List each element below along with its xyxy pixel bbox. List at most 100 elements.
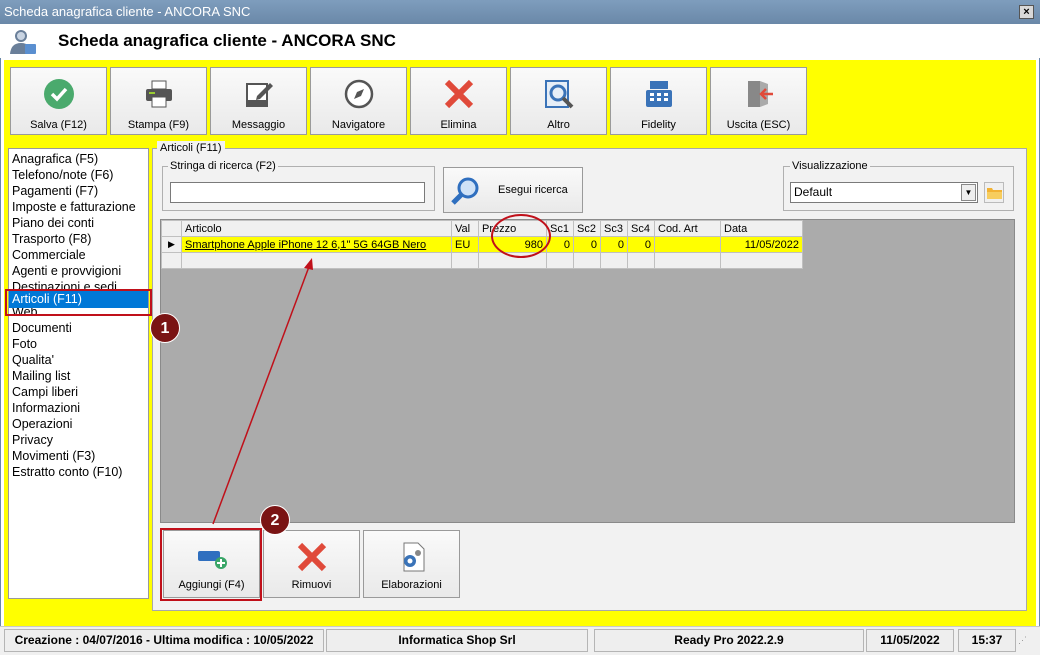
sidebar-nav: Anagrafica (F5) Telefono/note (F6) Pagam…	[8, 148, 149, 599]
message-icon	[246, 83, 273, 107]
sidebar-item-operazioni[interactable]: Operazioni	[9, 416, 148, 432]
status-version: Ready Pro 2022.2.9	[594, 629, 864, 652]
search-icon	[451, 177, 479, 205]
articles-grid: Articolo Val Prezzo Sc1 Sc2 Sc3 Sc4 Cod.…	[160, 219, 1015, 523]
column-header-sc4[interactable]: Sc4	[627, 220, 655, 237]
fidelity-button-label: Fidelity	[641, 119, 676, 131]
column-header-articolo[interactable]: Articolo	[181, 220, 452, 237]
sidebar-item-imposte-fatturazione[interactable]: Imposte e fatturazione	[9, 199, 148, 215]
chevron-down-icon[interactable]: ▼	[961, 184, 976, 201]
other-button-label: Altro	[547, 119, 570, 131]
sidebar-item-campi-liberi[interactable]: Campi liberi	[9, 384, 148, 400]
cell-empty[interactable]	[720, 252, 803, 269]
row-pointer-icon: ▶	[161, 236, 182, 253]
cell-empty[interactable]	[627, 252, 655, 269]
cell-data[interactable]: 11/05/2022	[720, 236, 803, 253]
cell-empty[interactable]	[654, 252, 721, 269]
sidebar-item-piano-conti[interactable]: Piano dei conti	[9, 215, 148, 231]
sidebar-item-movimenti[interactable]: Movimenti (F3)	[9, 448, 148, 464]
cell-cod-art[interactable]	[654, 236, 721, 253]
cell-empty[interactable]	[573, 252, 601, 269]
highlight-add-button	[160, 528, 262, 601]
sidebar-item-informazioni[interactable]: Informazioni	[9, 400, 148, 416]
process-button-label: Elaborazioni	[381, 579, 442, 591]
search-button-label: Esegui ricerca	[498, 184, 568, 196]
fidelity-button[interactable]: Fidelity	[610, 67, 707, 135]
cell-empty[interactable]	[546, 252, 574, 269]
row-indicator	[161, 252, 182, 269]
cell-empty[interactable]	[600, 252, 628, 269]
printer-icon	[146, 80, 172, 108]
save-button[interactable]: Salva (F12)	[10, 67, 107, 135]
cash-register-icon	[646, 81, 672, 107]
cell-sc3[interactable]: 0	[600, 236, 628, 253]
exit-button[interactable]: Uscita (ESC)	[710, 67, 807, 135]
search-group-label: Stringa di ricerca (F2)	[168, 160, 278, 173]
status-time: 15:37	[958, 629, 1016, 652]
column-header-cod-art[interactable]: Cod. Art	[654, 220, 721, 237]
message-button[interactable]: Messaggio	[210, 67, 307, 135]
sidebar-item-qualita[interactable]: Qualita'	[9, 352, 148, 368]
cell-sc2[interactable]: 0	[573, 236, 601, 253]
view-select-value: Default	[794, 185, 833, 199]
remove-button[interactable]: Rimuovi	[263, 530, 360, 598]
cell-empty[interactable]	[181, 252, 452, 269]
sidebar-item-trasporto[interactable]: Trasporto (F8)	[9, 231, 148, 247]
message-button-label: Messaggio	[231, 119, 286, 131]
print-button[interactable]: Stampa (F9)	[110, 67, 207, 135]
sidebar-item-commerciale[interactable]: Commerciale	[9, 247, 148, 263]
navigator-button-label: Navigatore	[331, 119, 386, 131]
navigator-button[interactable]: Navigatore	[310, 67, 407, 135]
check-icon	[44, 79, 74, 109]
sidebar-item-mailing-list[interactable]: Mailing list	[9, 368, 148, 384]
delete-button-label: Elimina	[440, 119, 477, 131]
folder-icon	[987, 188, 1002, 199]
sidebar-item-foto[interactable]: Foto	[9, 336, 148, 352]
cell-sc4[interactable]: 0	[627, 236, 655, 253]
magnifier-icon	[545, 80, 574, 109]
articles-table: Articolo Val Prezzo Sc1 Sc2 Sc3 Sc4 Cod.…	[161, 220, 803, 269]
cell-empty[interactable]	[451, 252, 479, 269]
cell-articolo[interactable]: Smartphone Apple iPhone 12 6,1" 5G 64GB …	[181, 236, 452, 253]
cell-val[interactable]: EU	[451, 236, 479, 253]
table-header-row: Articolo Val Prezzo Sc1 Sc2 Sc3 Sc4 Cod.…	[161, 220, 803, 237]
status-company: Informatica Shop Srl	[326, 629, 588, 652]
table-row-new[interactable]	[161, 252, 803, 269]
search-button[interactable]: Esegui ricerca	[443, 167, 583, 213]
sidebar-item-telefono-note[interactable]: Telefono/note (F6)	[9, 167, 148, 183]
table-row[interactable]: ▶ Smartphone Apple iPhone 12 6,1" 5G 64G…	[161, 236, 803, 253]
exit-button-label: Uscita (ESC)	[726, 119, 791, 131]
resize-grip-icon[interactable]: ⋰	[1018, 635, 1027, 646]
remove-button-label: Rimuovi	[291, 579, 332, 591]
other-button[interactable]: Altro	[510, 67, 607, 135]
status-bar: Creazione : 04/07/2016 - Ultima modifica…	[0, 626, 1040, 655]
delete-button[interactable]: Elimina	[410, 67, 507, 135]
search-input[interactable]	[170, 182, 425, 203]
sidebar-item-privacy[interactable]: Privacy	[9, 432, 148, 448]
process-document-icon	[403, 542, 425, 572]
status-dates: Creazione : 04/07/2016 - Ultima modifica…	[4, 629, 324, 652]
column-header-sc3[interactable]: Sc3	[600, 220, 628, 237]
delete-icon	[444, 79, 474, 109]
folder-button[interactable]	[984, 182, 1004, 203]
exit-icon	[748, 81, 773, 107]
sidebar-item-estratto-conto[interactable]: Estratto conto (F10)	[9, 464, 148, 480]
page-title: Scheda anagrafica cliente - ANCORA SNC	[58, 31, 396, 50]
process-button[interactable]: Elaborazioni	[363, 530, 460, 598]
sidebar-item-pagamenti[interactable]: Pagamenti (F7)	[9, 183, 148, 199]
form-header: Scheda anagrafica cliente - ANCORA SNC	[0, 24, 1040, 58]
status-date: 11/05/2022	[866, 629, 954, 652]
column-header-val[interactable]: Val	[451, 220, 479, 237]
view-select[interactable]: Default ▼	[790, 182, 978, 203]
sidebar-item-documenti[interactable]: Documenti	[9, 320, 148, 336]
window-title: Scheda anagrafica cliente - ANCORA SNC	[4, 4, 251, 19]
column-header-sc2[interactable]: Sc2	[573, 220, 601, 237]
step-badge-2: 2	[260, 505, 290, 535]
step-badge-1: 1	[150, 313, 180, 343]
column-header-data[interactable]: Data	[720, 220, 803, 237]
sidebar-item-agenti-provvigioni[interactable]: Agenti e provvigioni	[9, 263, 148, 279]
close-window-button[interactable]: ×	[1019, 5, 1034, 19]
highlight-prezzo	[491, 214, 551, 258]
row-indicator-header	[161, 220, 182, 237]
sidebar-item-anagrafica[interactable]: Anagrafica (F5)	[9, 151, 148, 167]
